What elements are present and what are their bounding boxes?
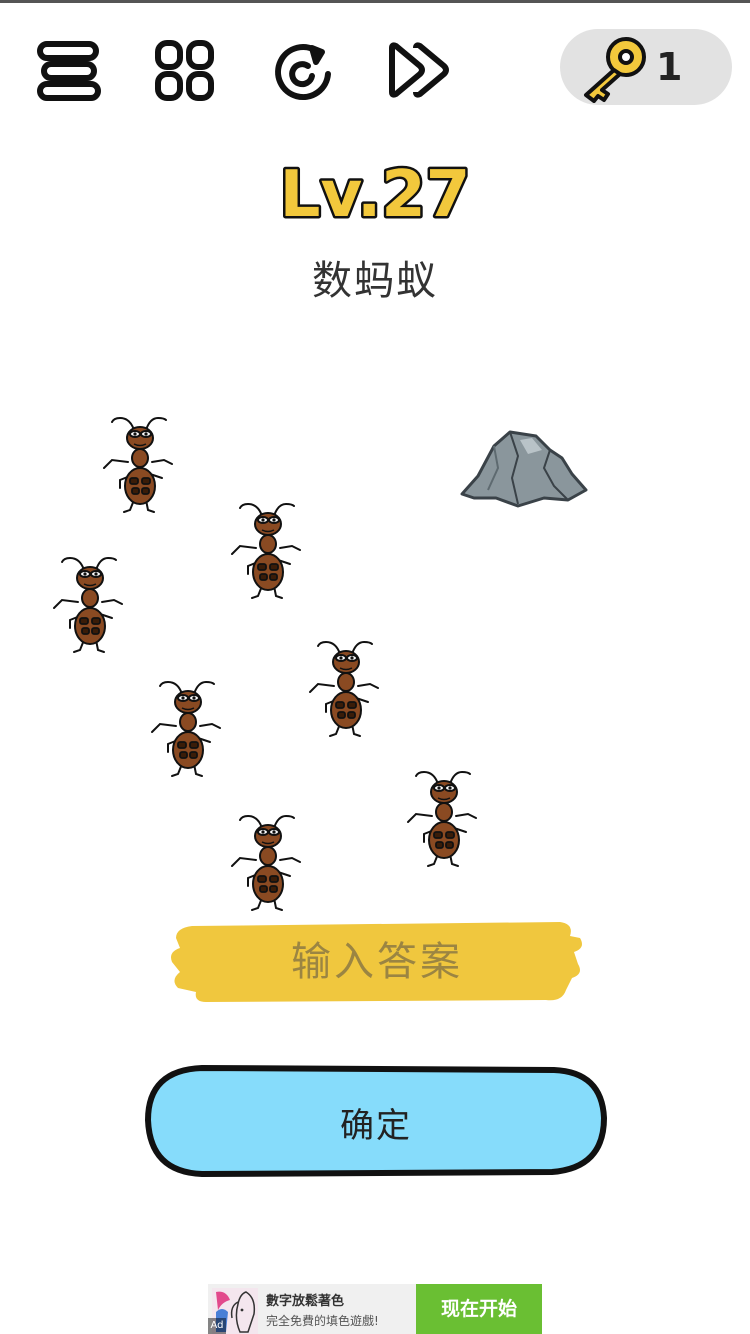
ant-6[interactable] <box>404 768 484 868</box>
ant-5[interactable] <box>148 678 228 778</box>
ant-1[interactable] <box>100 414 180 514</box>
level-select-button[interactable] <box>152 38 218 104</box>
status-divider <box>0 0 750 3</box>
confirm-label: 确定 <box>340 1106 412 1146</box>
menu-button[interactable] <box>34 38 104 104</box>
fast-forward-icon <box>389 42 449 98</box>
game-screen: 1 Lv.27 数蚂蚁 输入答案 确定 Ad 數字放鬆著色 完全免費的填色遊戲!… <box>0 0 750 1334</box>
rock-icon[interactable] <box>458 428 590 510</box>
ad-banner[interactable]: Ad 數字放鬆著色 完全免費的填色遊戲! 现在开始 <box>208 1284 542 1334</box>
restart-icon <box>275 44 331 101</box>
ant-7[interactable] <box>228 812 308 912</box>
question-text: 数蚂蚁 <box>312 258 438 304</box>
level-title-text: Lv.27 <box>280 158 471 232</box>
ad-tag: Ad <box>208 1318 226 1334</box>
hint-counter[interactable]: 1 <box>560 29 732 105</box>
confirm-button[interactable]: 确定 <box>144 1062 608 1178</box>
level-title: Lv.27 <box>277 156 473 235</box>
ad-subtitle: 完全免費的填色遊戲! <box>266 1314 379 1328</box>
ant-2[interactable] <box>228 500 308 600</box>
grid-icon <box>155 40 214 101</box>
restart-button[interactable] <box>270 38 336 104</box>
answer-input[interactable] <box>190 928 564 996</box>
key-icon <box>584 37 646 103</box>
ad-title: 數字放鬆著色 <box>266 1294 345 1309</box>
menu-icon <box>37 41 101 101</box>
ad-cta-button[interactable]: 现在开始 <box>416 1284 542 1334</box>
skip-level-button[interactable] <box>384 38 454 104</box>
ant-4[interactable] <box>306 638 386 738</box>
hint-count: 1 <box>656 45 683 89</box>
ant-3[interactable] <box>50 554 130 654</box>
